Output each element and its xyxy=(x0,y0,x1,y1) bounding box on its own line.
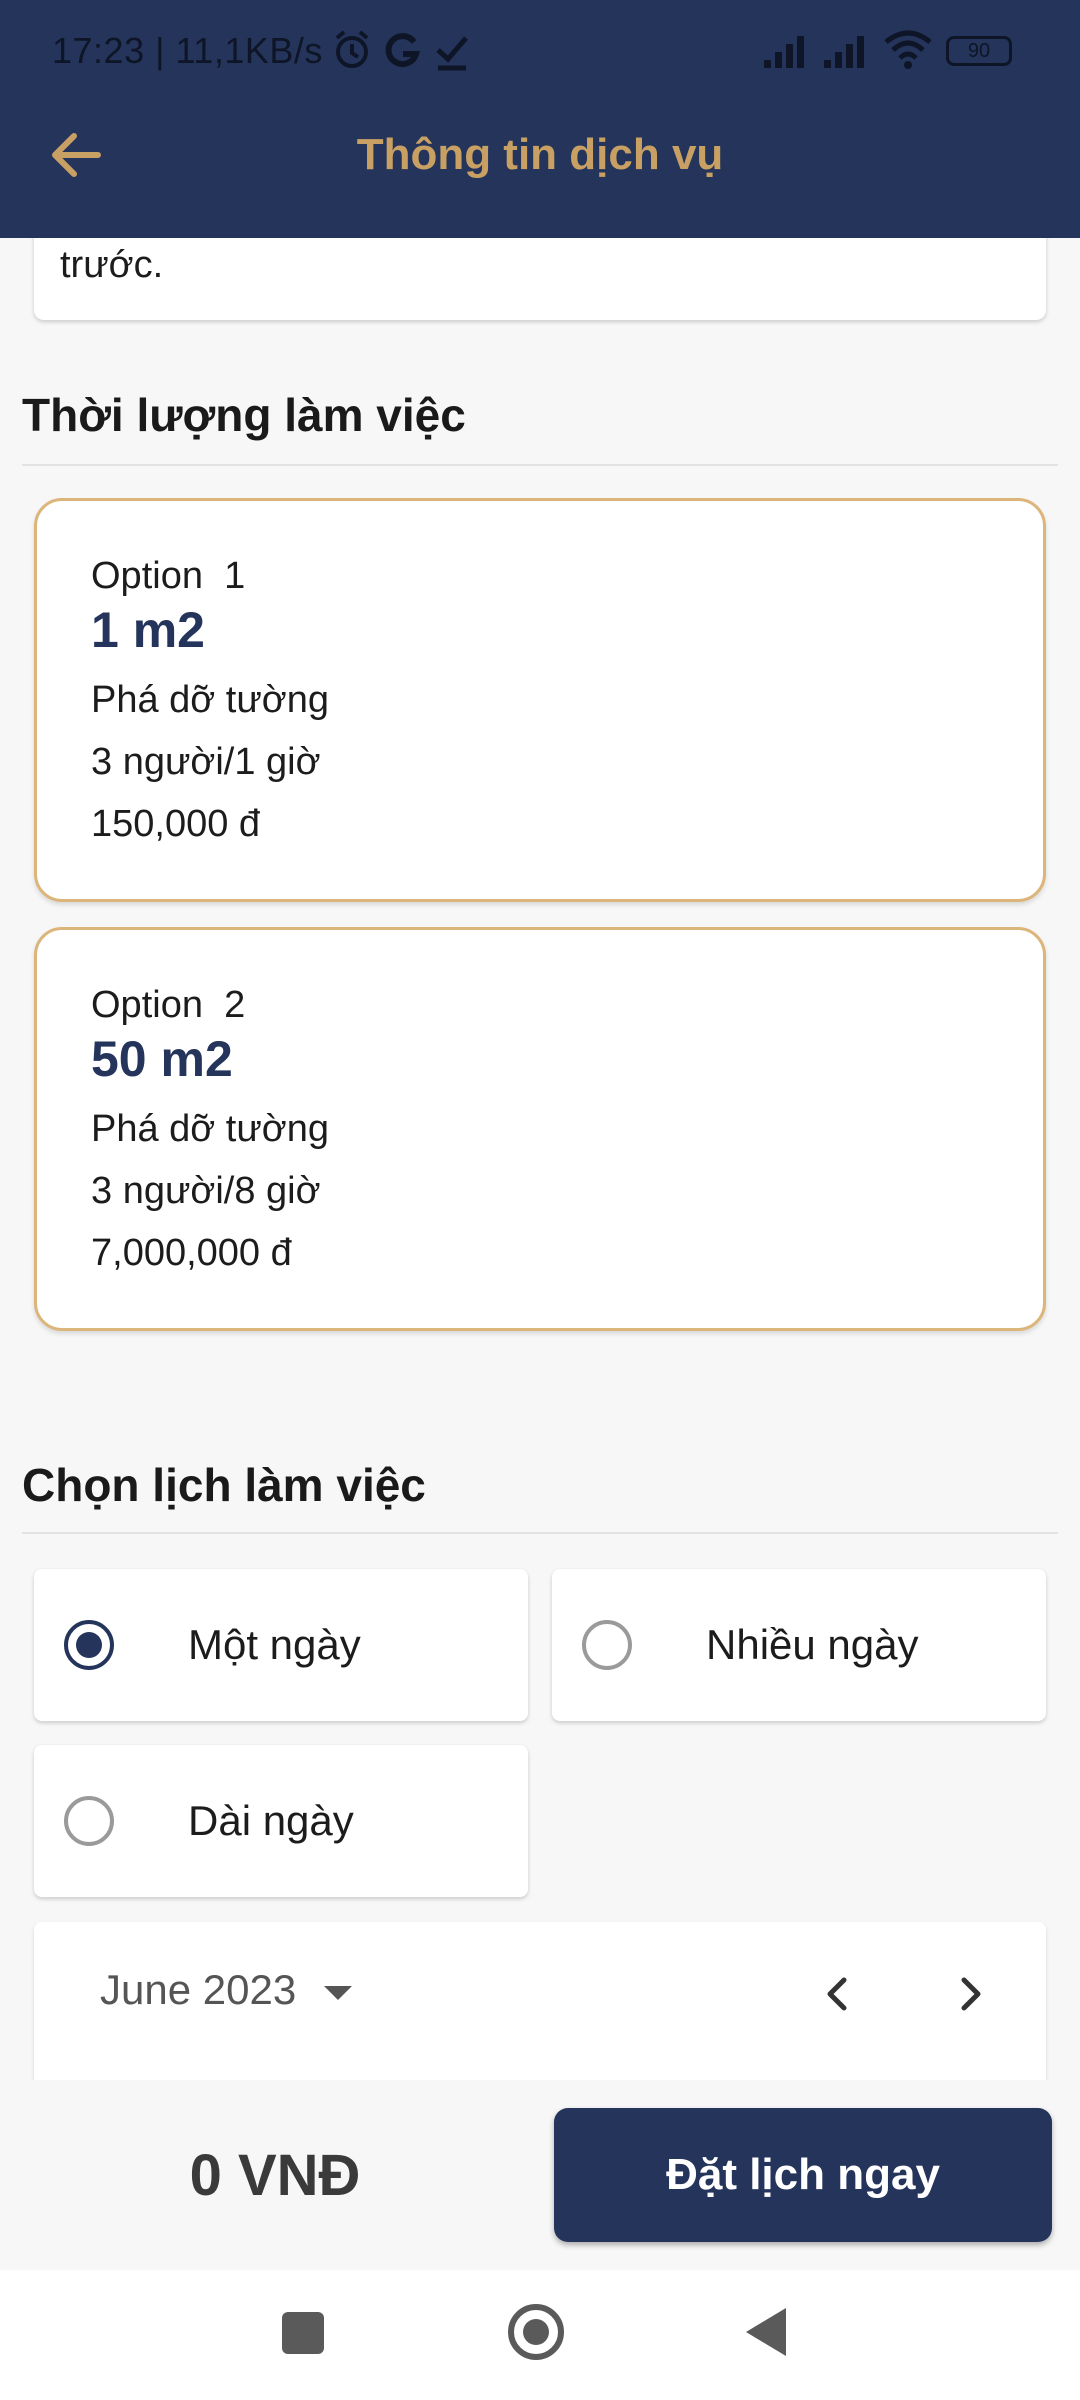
option-price: 150,000 đ xyxy=(91,803,261,845)
duration-section-title: Thời lượng làm việc xyxy=(22,389,466,441)
option-card-1[interactable]: Option 1 1 m2 Phá dỡ tường 3 người/1 giờ… xyxy=(34,498,1046,902)
option-service: Phá dỡ tường xyxy=(91,679,329,721)
calendar-month-selector[interactable]: June 2023 xyxy=(100,1966,296,2014)
signal-icon-2 xyxy=(824,36,864,68)
schedule-option-one-day[interactable]: Một ngày xyxy=(34,1569,528,1721)
schedule-section-title: Chọn lịch làm việc xyxy=(22,1459,426,1511)
status-bar: 17:23 | 11,1KB/s 90 xyxy=(0,0,1080,106)
wifi-icon xyxy=(884,30,932,69)
status-time-speed: 17:23 | 11,1KB/s xyxy=(52,30,323,71)
option-label: Option 1 xyxy=(91,555,246,597)
radio-unchecked-icon[interactable] xyxy=(582,1620,632,1670)
app-header: 17:23 | 11,1KB/s 90 Thông tin dịch vụ xyxy=(0,0,1080,238)
option-area: 50 m2 xyxy=(91,1031,233,1087)
system-navigation-bar xyxy=(0,2270,1080,2400)
battery-level: 90 xyxy=(967,40,991,62)
radio-checked-icon[interactable] xyxy=(64,1620,114,1670)
schedule-option-multi-day[interactable]: Nhiều ngày xyxy=(552,1569,1046,1721)
chevron-left-icon[interactable] xyxy=(808,1964,868,2024)
schedule-option-label: Dài ngày xyxy=(188,1797,354,1844)
radio-unchecked-icon[interactable] xyxy=(64,1796,114,1846)
download-done-icon xyxy=(436,36,468,71)
schedule-option-label: Nhiều ngày xyxy=(706,1621,919,1668)
signal-icon-1 xyxy=(764,36,804,68)
option-area: 1 m2 xyxy=(91,602,205,658)
recent-apps-icon[interactable] xyxy=(282,2312,324,2354)
alarm-icon xyxy=(335,30,369,68)
schedule-option-label: Một ngày xyxy=(188,1621,361,1668)
description-text: trước. xyxy=(60,244,164,286)
section-divider xyxy=(22,464,1058,466)
option-label: Option 2 xyxy=(91,984,246,1026)
battery-icon: 90 xyxy=(946,36,1012,66)
back-triangle-icon[interactable] xyxy=(746,2308,786,2356)
bottom-action-bar: 0 VNĐ Đặt lịch ngay xyxy=(0,2080,1080,2270)
section-divider xyxy=(22,1532,1058,1534)
google-icon xyxy=(385,33,421,68)
schedule-option-long-term[interactable]: Dài ngày xyxy=(34,1745,528,1897)
option-service: Phá dỡ tường xyxy=(91,1108,329,1150)
option-staff: 3 người/8 giờ xyxy=(91,1170,321,1212)
option-staff: 3 người/1 giờ xyxy=(91,741,321,783)
chevron-right-icon[interactable] xyxy=(940,1964,1000,2024)
book-now-button[interactable]: Đặt lịch ngay xyxy=(554,2108,1052,2242)
page-title: Thông tin dịch vụ xyxy=(356,130,724,179)
home-icon[interactable] xyxy=(508,2304,564,2360)
calendar: June 2023 xyxy=(34,1922,1046,2082)
option-card-2[interactable]: Option 2 50 m2 Phá dỡ tường 3 người/8 gi… xyxy=(34,927,1046,1331)
total-price: 0 VNĐ xyxy=(189,2143,361,2208)
dropdown-arrow-icon[interactable] xyxy=(324,1986,352,2000)
option-price: 7,000,000 đ xyxy=(91,1232,292,1274)
